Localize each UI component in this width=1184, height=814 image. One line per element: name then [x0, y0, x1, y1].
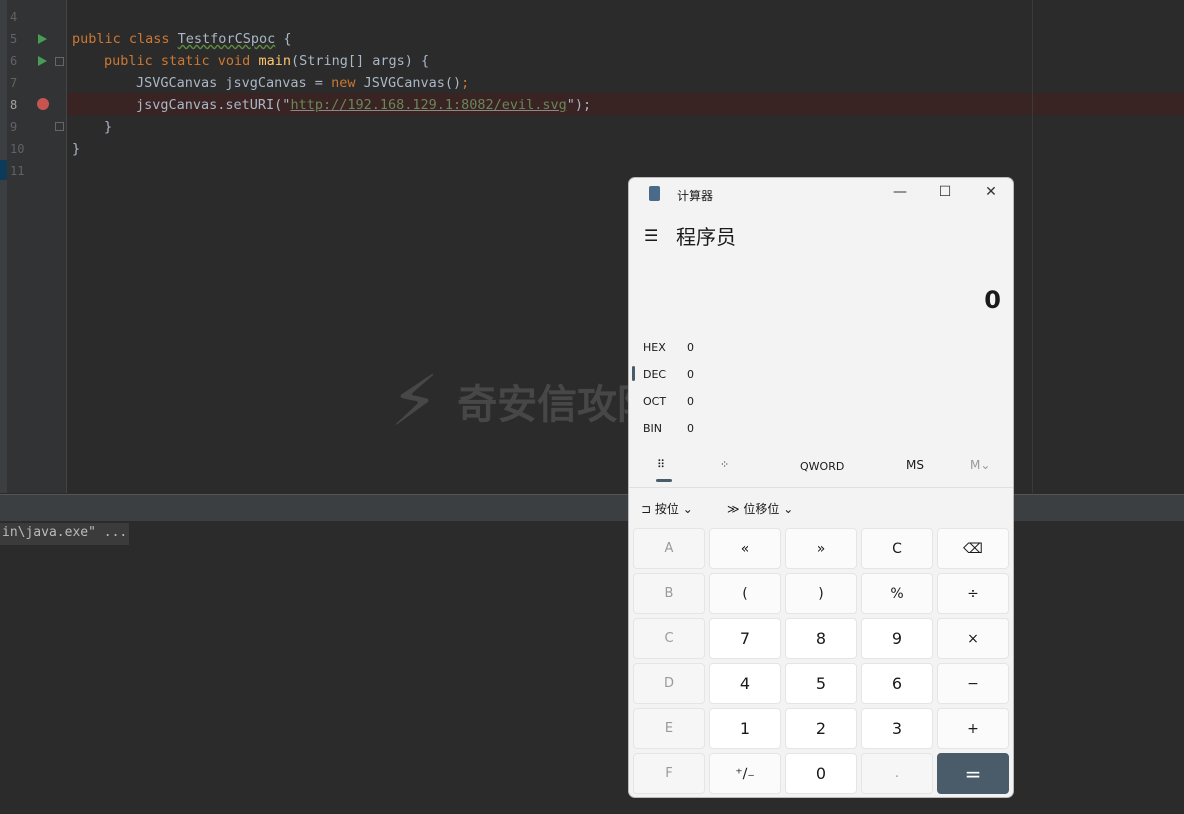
key-button[interactable]: 0: [785, 753, 857, 794]
key-button[interactable]: 1: [709, 708, 781, 749]
bit-toggle-keypad-icon[interactable]: ⁘: [720, 458, 729, 471]
run-main-icon[interactable]: [38, 56, 47, 66]
key-button[interactable]: 8: [785, 618, 857, 659]
key-button[interactable]: D: [633, 663, 705, 704]
line-number: 9: [10, 120, 18, 134]
key-button[interactable]: +: [937, 708, 1009, 749]
key-button[interactable]: ⁺∕₋: [709, 753, 781, 794]
window-title: 计算器: [677, 189, 714, 203]
gutter: [7, 0, 67, 493]
line-number: 11: [10, 164, 25, 178]
close-icon[interactable]: ✕: [976, 184, 1006, 204]
key-button[interactable]: B: [633, 573, 705, 614]
radix-oct[interactable]: OCT 0: [643, 395, 694, 408]
result-display: 0: [984, 286, 1001, 314]
tool-window-strip: [0, 0, 7, 493]
key-button[interactable]: ): [785, 573, 857, 614]
radix-bin[interactable]: BIN 0: [643, 422, 694, 435]
code-line-6[interactable]: public static void main(String[] args) {: [104, 53, 429, 69]
radix-dec[interactable]: DEC 0: [631, 366, 694, 381]
key-button[interactable]: ÷: [937, 573, 1009, 614]
key-button[interactable]: ×: [937, 618, 1009, 659]
strip-selection: [0, 160, 7, 180]
key-button[interactable]: C: [861, 528, 933, 569]
calculator-app-icon: [649, 186, 660, 201]
key-button[interactable]: A: [633, 528, 705, 569]
key-button[interactable]: 9: [861, 618, 933, 659]
breakpoint-icon[interactable]: [37, 98, 49, 110]
tab-underline: [656, 479, 672, 482]
key-button[interactable]: 4: [709, 663, 781, 704]
code-line-5[interactable]: public class TestforCSpoc {: [72, 31, 291, 47]
minimize-icon[interactable]: —: [885, 184, 915, 204]
radix-hex[interactable]: HEX 0: [643, 341, 694, 354]
key-button[interactable]: 5: [785, 663, 857, 704]
calculator-window: 计算器 — ☐ ✕ ☰ 程序员 0 HEX 0 DEC 0 OCT 0 BIN 0 ⠿ ⁘ Q…: [628, 177, 1014, 798]
key-button[interactable]: =: [937, 753, 1009, 794]
radix-value: 0: [687, 368, 694, 381]
fold-icon[interactable]: [55, 57, 64, 66]
run-class-icon[interactable]: [38, 34, 47, 44]
key-button[interactable]: (: [709, 573, 781, 614]
fold-icon[interactable]: [55, 122, 64, 131]
line-number: 10: [10, 142, 25, 156]
code-line-7[interactable]: JSVGCanvas jsvgCanvas = new JSVGCanvas()…: [136, 75, 469, 91]
radix-label: HEX: [643, 341, 666, 354]
console-output: in\java.exe" ...: [0, 523, 130, 545]
memory-store-button[interactable]: MS: [906, 458, 924, 472]
key-button[interactable]: 7: [709, 618, 781, 659]
memory-list-button[interactable]: M⌄: [970, 458, 990, 472]
key-button[interactable]: E: [633, 708, 705, 749]
key-button[interactable]: C: [633, 618, 705, 659]
line-number: 4: [10, 10, 18, 24]
code-line-9[interactable]: }: [104, 119, 112, 135]
radix-label: DEC: [643, 368, 667, 381]
line-number: 8: [10, 98, 18, 112]
hamburger-menu-icon[interactable]: ☰: [644, 226, 658, 245]
line-number: 6: [10, 54, 18, 68]
code-line-8[interactable]: jsvgCanvas.setURI("http://192.168.129.1:…: [136, 97, 591, 113]
key-button[interactable]: .: [861, 753, 933, 794]
key-button[interactable]: «: [709, 528, 781, 569]
code-line-10[interactable]: }: [72, 141, 80, 157]
key-button[interactable]: »: [785, 528, 857, 569]
mode-title: 程序员: [676, 225, 736, 249]
key-button[interactable]: 3: [861, 708, 933, 749]
key-button[interactable]: −: [937, 663, 1009, 704]
full-keypad-icon[interactable]: ⠿: [657, 458, 665, 471]
radix-label: BIN: [643, 422, 663, 435]
keypad-tabs: ⠿ ⁘ QWORD MS M⌄: [629, 448, 1013, 488]
bitwise-dropdown[interactable]: ⊐ 按位 ⌄: [641, 500, 693, 517]
key-button[interactable]: 6: [861, 663, 933, 704]
key-button[interactable]: %: [861, 573, 933, 614]
maximize-icon[interactable]: ☐: [930, 184, 960, 204]
lightning-shield-icon: ⚡: [390, 360, 440, 442]
right-margin: [1032, 0, 1033, 493]
bitshift-dropdown[interactable]: ≫ 位移位 ⌄: [727, 500, 793, 517]
key-button[interactable]: 2: [785, 708, 857, 749]
radix-value: 0: [687, 341, 694, 354]
line-number: 5: [10, 32, 18, 46]
line-number: 7: [10, 76, 18, 90]
bitshift-icon: ≫: [727, 502, 744, 516]
logic-gate-icon: ⊐: [641, 502, 655, 516]
radix-label: OCT: [643, 395, 667, 408]
key-button[interactable]: F: [633, 753, 705, 794]
radix-value: 0: [687, 395, 694, 408]
word-size-button[interactable]: QWORD: [800, 460, 844, 473]
title-bar: 计算器 — ☐ ✕: [629, 178, 1013, 210]
radix-value: 0: [687, 422, 694, 435]
key-button[interactable]: ⌫: [937, 528, 1009, 569]
